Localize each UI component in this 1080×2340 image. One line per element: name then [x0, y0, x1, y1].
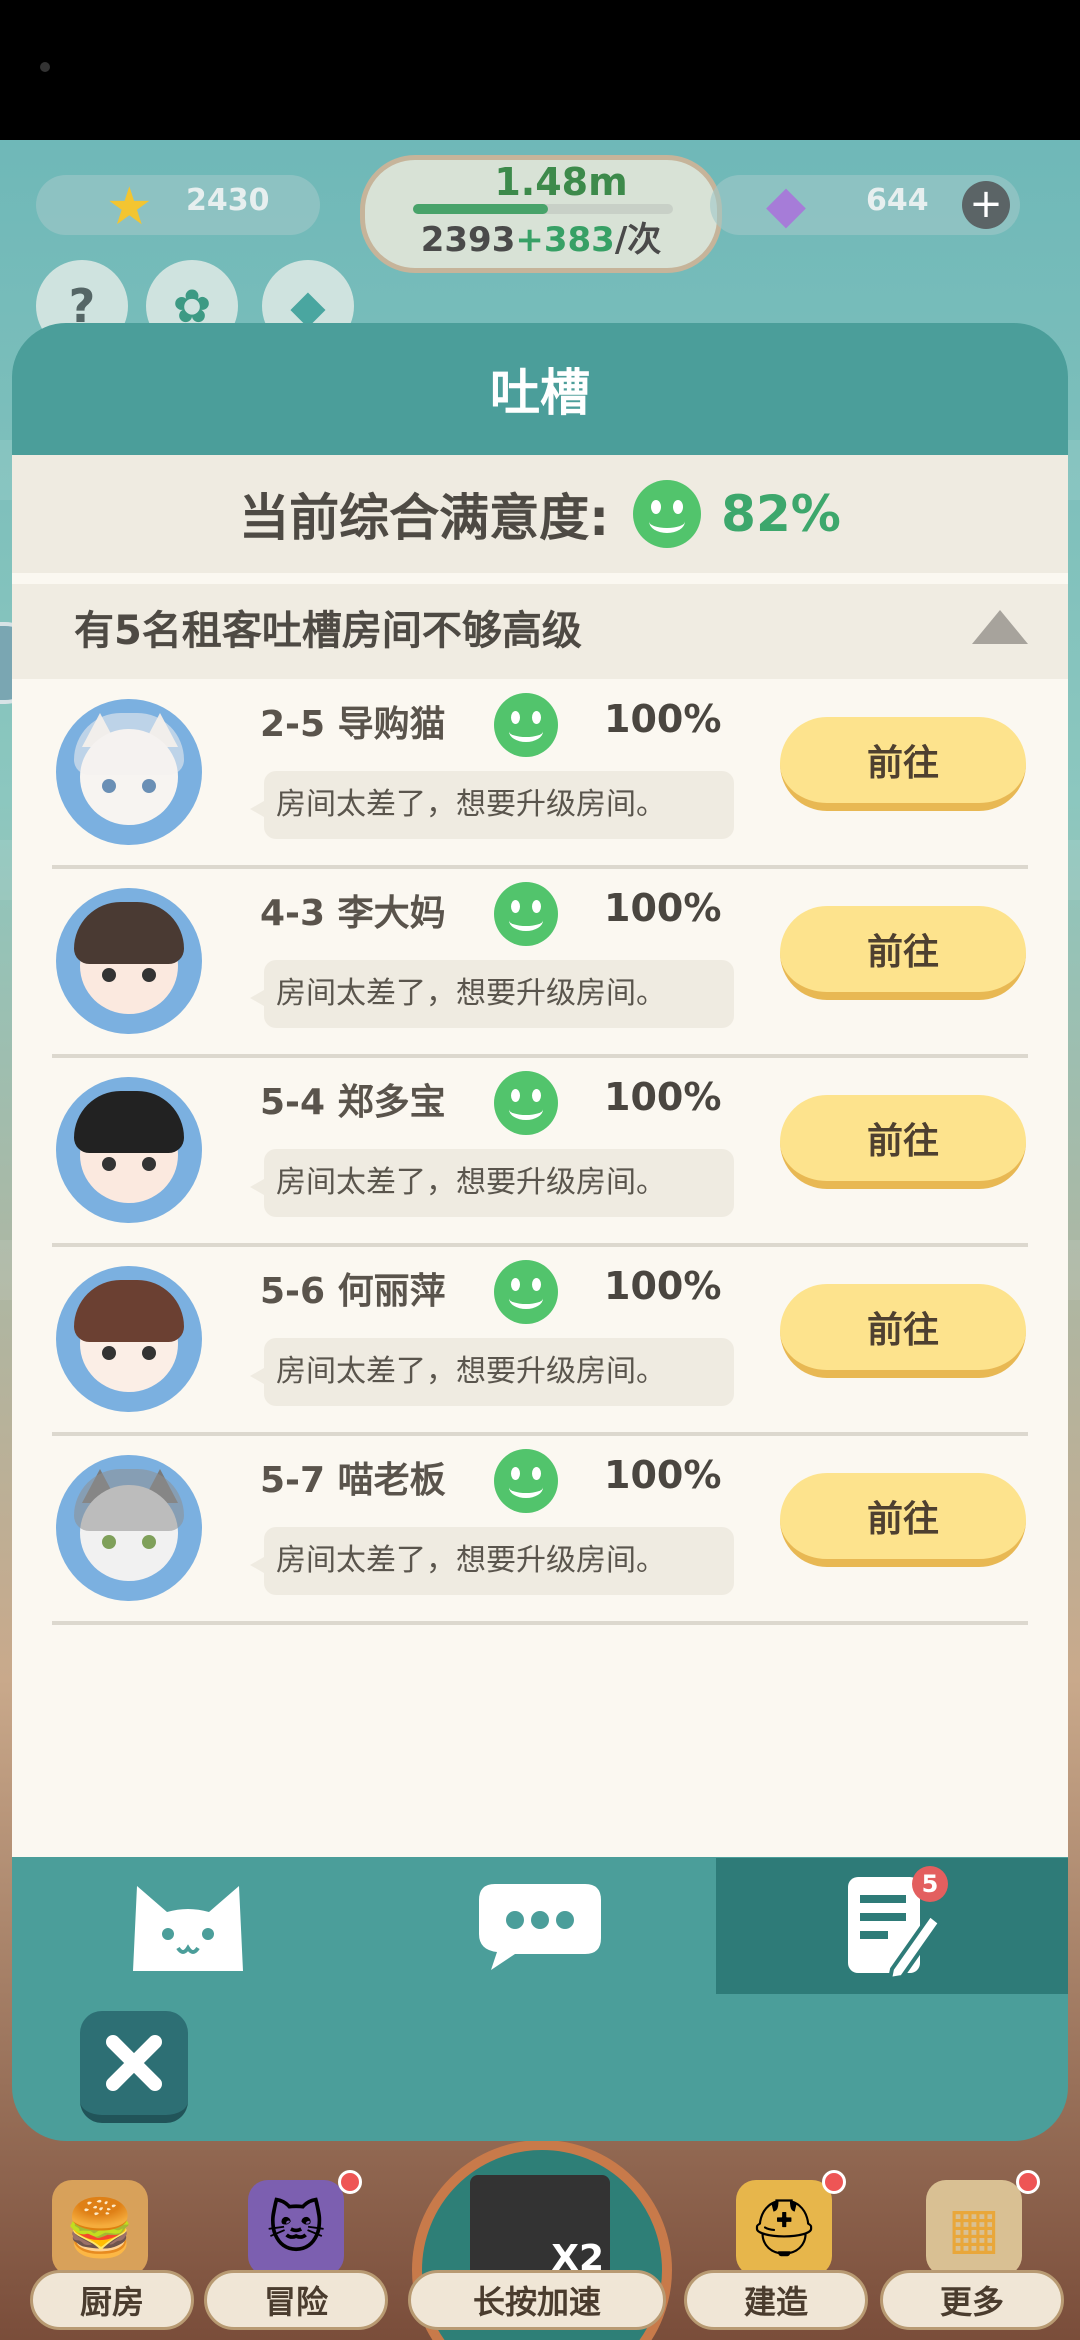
tab-chat[interactable]: [364, 1858, 716, 1994]
modal-body: 当前综合满意度: 82% 有5名租客吐槽房间不够高级 2-5 导购猫 100% 房间…: [12, 455, 1068, 1857]
go-button-label: 前往: [866, 1121, 939, 1162]
rate-unit: /次: [614, 220, 662, 260]
builder-helmet-icon[interactable]: ⛑: [736, 2180, 832, 2276]
money-value: 1.48m: [494, 160, 628, 204]
gem-icon: ◆: [766, 175, 806, 235]
wizard-cat-icon[interactable]: 🐱: [248, 2180, 344, 2276]
clapperboard-icon: X2: [470, 2175, 610, 2285]
go-button-label: 前往: [866, 743, 939, 784]
nav-speed[interactable]: 长按加速: [408, 2270, 666, 2330]
nav-more-label: 更多: [939, 2283, 1004, 2321]
tenant-row: 5-7 喵老板 100% 房间太差了，想要升级房间。 前往: [12, 1435, 1068, 1625]
close-icon: [106, 2035, 162, 2091]
nav-kitchen[interactable]: 厨房: [30, 2270, 194, 2330]
tenant-name: 4-3 李大妈: [260, 893, 446, 934]
income-rate: 2393+383/次: [365, 212, 717, 261]
satisfaction-label: 当前综合满意度:: [239, 489, 610, 547]
tenant-name: 5-7 喵老板: [260, 1460, 446, 1501]
rate-base: 2393: [420, 220, 516, 260]
tenant-avatar: [56, 1077, 202, 1223]
tenant-avatar: [56, 888, 202, 1034]
complaint-bubble: 房间太差了，想要升级房间。: [250, 771, 734, 839]
nav-more[interactable]: 更多: [880, 2270, 1064, 2330]
tenant-avatar: [56, 1455, 202, 1601]
more-notice-dot: [1016, 2170, 1040, 2194]
tenant-name: 5-4 郑多宝: [260, 1082, 446, 1123]
stars-counter: ★ 2430: [36, 175, 320, 237]
smiley-face-icon: [494, 693, 558, 757]
complaint-bubble: 房间太差了，想要升级房间。: [250, 1527, 734, 1595]
tenant-row: 5-4 郑多宝 100% 房间太差了，想要升级房间。 前往: [12, 1057, 1068, 1247]
camera-dot: [40, 62, 50, 72]
smiley-face-icon: [494, 1071, 558, 1135]
money-panel: 1.48m 2393+383/次: [360, 155, 722, 273]
nav-kitchen-label: 厨房: [79, 2283, 144, 2321]
go-button-label: 前往: [866, 932, 939, 973]
complaints-modal: 吐槽 当前综合满意度: 82% 有5名租客吐槽房间不够高级 2-5 导购猫 100…: [12, 323, 1068, 2141]
go-button[interactable]: 前往: [780, 906, 1026, 1000]
cat-icon: [133, 1886, 243, 1971]
close-button[interactable]: [80, 2011, 188, 2123]
go-button-label: 前往: [866, 1310, 939, 1351]
nav-adventure[interactable]: 冒险: [204, 2270, 388, 2330]
status-bar: [0, 0, 1080, 140]
gems-value: 644: [866, 183, 929, 218]
tenant-row: 4-3 李大妈 100% 房间太差了，想要升级房间。 前往: [12, 868, 1068, 1058]
go-button[interactable]: 前往: [780, 1095, 1026, 1189]
smiley-face-icon: [494, 1449, 558, 1513]
nav-speed-label: 长按加速: [472, 2283, 601, 2321]
chat-bubble-icon: [479, 1884, 601, 1970]
modal-tab-bar: 5: [12, 1858, 1068, 1994]
satisfaction-bar: 当前综合满意度: 82%: [12, 455, 1068, 573]
tenant-avatar: [56, 699, 202, 845]
add-gems-icon[interactable]: +: [962, 181, 1010, 229]
go-button-label: 前往: [866, 1499, 939, 1540]
nav-build[interactable]: 建造: [684, 2270, 868, 2330]
collapse-arrow-icon[interactable]: [972, 610, 1028, 644]
complaint-group-header[interactable]: 有5名租客吐槽房间不够高级: [12, 584, 1068, 679]
grid-menu-icon[interactable]: ▦: [926, 2180, 1022, 2276]
nav-build-label: 建造: [743, 2283, 808, 2321]
tenant-row: 2-5 导购猫 100% 房间太差了，想要升级房间。 前往: [12, 679, 1068, 869]
tenant-satisfaction: 100%: [604, 1075, 722, 1119]
adventure-notice-dot: [338, 2170, 362, 2194]
tenant-satisfaction: 100%: [604, 1453, 722, 1497]
gems-counter: ◆ 644 +: [710, 175, 1020, 235]
build-notice-dot: [822, 2170, 846, 2194]
smiley-face-icon: [494, 1260, 558, 1324]
complaint-bubble: 房间太差了，想要升级房间。: [250, 1149, 734, 1217]
nav-adventure-label: 冒险: [263, 2283, 328, 2321]
tenant-avatar: [56, 1266, 202, 1412]
complaint-bubble: 房间太差了，想要升级房间。: [250, 960, 734, 1028]
rate-bonus: +383: [515, 220, 615, 260]
tenant-name: 5-6 何丽萍: [260, 1271, 446, 1312]
modal-title: 吐槽: [490, 364, 590, 422]
go-button[interactable]: 前往: [780, 1473, 1026, 1567]
go-button[interactable]: 前往: [780, 1284, 1026, 1378]
smiley-face-icon: [494, 882, 558, 946]
complaint-group-title: 有5名租客吐槽房间不够高级: [74, 608, 582, 654]
complaints-count-badge: 5: [912, 1866, 948, 1902]
tenant-name: 2-5 导购猫: [260, 704, 446, 745]
go-button[interactable]: 前往: [780, 717, 1026, 811]
tenant-satisfaction: 100%: [604, 1264, 722, 1308]
burger-icon[interactable]: 🍔: [52, 2180, 148, 2276]
tab-complaints[interactable]: 5: [716, 1858, 1068, 1994]
smiley-face-icon: [633, 480, 702, 548]
star-icon: ★: [106, 177, 153, 237]
tenant-satisfaction: 100%: [604, 886, 722, 930]
tenant-satisfaction: 100%: [604, 697, 722, 741]
stars-value: 2430: [186, 183, 270, 218]
tenant-row: 5-6 何丽萍 100% 房间太差了，想要升级房间。 前往: [12, 1246, 1068, 1436]
tab-tenants[interactable]: [12, 1858, 364, 1994]
satisfaction-value: 82%: [721, 485, 841, 543]
row-divider: [52, 1621, 1028, 1625]
complaint-bubble: 房间太差了，想要升级房间。: [250, 1338, 734, 1406]
